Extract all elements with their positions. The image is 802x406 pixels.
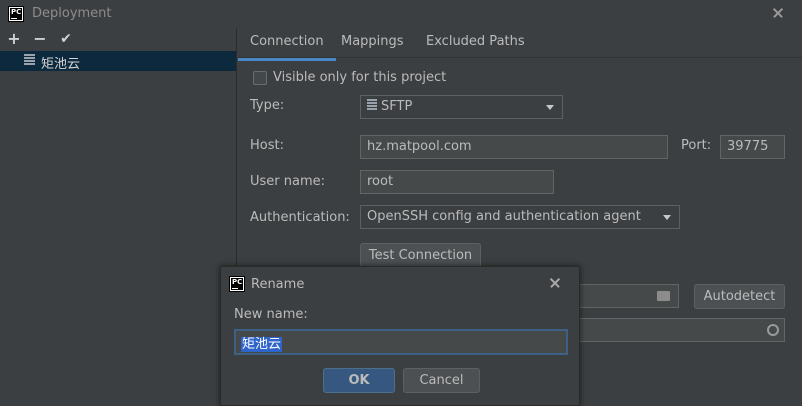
window-title: Deployment <box>32 6 112 21</box>
authentication-label: Authentication: <box>250 210 350 225</box>
host-input[interactable]: hz.matpool.com <box>360 135 668 159</box>
port-input[interactable]: 39775 <box>720 135 785 159</box>
rename-dialog: PC Rename New name: 矩池云 OK Cancel <box>220 266 580 406</box>
chevron-down-icon <box>546 105 554 110</box>
authentication-select[interactable]: OpenSSH config and authentication agent <box>360 205 680 229</box>
globe-icon[interactable] <box>767 324 779 336</box>
add-server-button[interactable]: + <box>5 30 23 48</box>
tab-excluded-paths[interactable]: Excluded Paths <box>426 34 525 49</box>
dialog-title: Rename <box>251 277 305 292</box>
host-label: Host: <box>250 138 284 153</box>
port-label: Port: <box>681 138 712 153</box>
type-select[interactable]: SFTP <box>360 95 563 119</box>
apply-server-button[interactable]: ✔ <box>57 30 75 48</box>
type-value: SFTP <box>381 99 413 114</box>
settings-tabs: Connection Mappings Excluded Paths <box>238 28 802 61</box>
web-server-url-input[interactable] <box>560 318 785 342</box>
visible-only-checkbox[interactable] <box>253 71 267 85</box>
server-name: 矩池云 <box>41 57 81 72</box>
new-name-value: 矩池云 <box>241 337 283 352</box>
tab-connection[interactable]: Connection <box>238 34 336 61</box>
type-label: Type: <box>250 98 285 113</box>
pycharm-logo-icon: PC <box>229 276 245 292</box>
autodetect-button[interactable]: Autodetect <box>694 284 785 309</box>
cancel-button[interactable]: Cancel <box>403 368 480 393</box>
remove-server-button[interactable]: − <box>31 30 49 48</box>
server-list-panel: + − ✔ 矩池云 <box>0 28 237 406</box>
tab-mappings[interactable]: Mappings <box>341 34 404 49</box>
server-list-item[interactable]: 矩池云 <box>0 51 236 72</box>
chevron-down-icon <box>663 215 671 220</box>
close-icon[interactable] <box>768 3 788 23</box>
new-name-input[interactable]: 矩池云 <box>234 329 568 355</box>
test-connection-button[interactable]: Test Connection <box>360 243 481 268</box>
new-name-label: New name: <box>234 307 308 322</box>
authentication-value: OpenSSH config and authentication agent <box>367 209 641 224</box>
title-bar: PC Deployment <box>0 0 802 28</box>
username-label: User name: <box>250 174 326 189</box>
ok-button[interactable]: OK <box>323 368 395 393</box>
sftp-icon <box>367 99 377 111</box>
pycharm-logo-icon: PC <box>8 6 24 22</box>
visible-only-label: Visible only for this project <box>273 70 447 85</box>
close-icon[interactable] <box>547 275 563 291</box>
username-input[interactable]: root <box>360 170 554 194</box>
sftp-server-icon <box>24 54 35 67</box>
folder-icon[interactable] <box>657 291 670 301</box>
